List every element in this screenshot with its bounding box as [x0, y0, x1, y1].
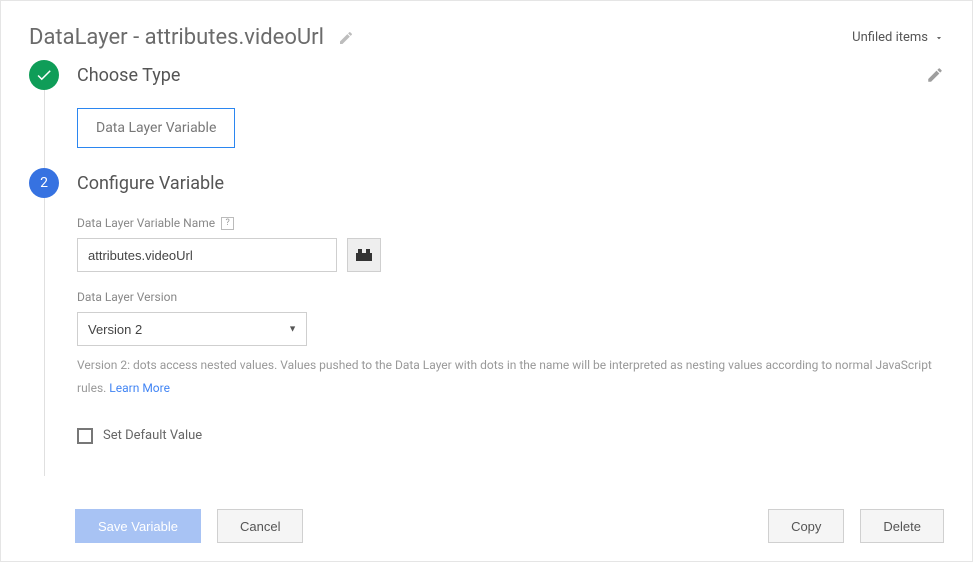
save-button[interactable]: Save Variable	[75, 509, 201, 543]
variable-type-chip[interactable]: Data Layer Variable	[77, 108, 235, 148]
version-label: Data Layer Version	[77, 290, 177, 304]
unfiled-items-label: Unfiled items	[852, 30, 928, 45]
delete-button[interactable]: Delete	[860, 509, 944, 543]
step-1-badge	[29, 60, 59, 90]
var-name-label: Data Layer Variable Name	[77, 216, 215, 230]
unfiled-items-dropdown[interactable]: Unfiled items	[852, 30, 944, 45]
version-select[interactable]: Version 2	[77, 312, 307, 346]
version-help-text: Version 2: dots access nested values. Va…	[77, 354, 944, 400]
step-2-badge: 2	[29, 168, 59, 198]
check-icon	[35, 66, 53, 84]
cancel-button[interactable]: Cancel	[217, 509, 303, 543]
variable-picker-button[interactable]	[347, 238, 381, 272]
step-2-title: Configure Variable	[77, 173, 224, 194]
step-1-title: Choose Type	[77, 65, 180, 86]
set-default-checkbox[interactable]	[77, 428, 93, 444]
learn-more-link[interactable]: Learn More	[109, 381, 170, 395]
help-icon[interactable]: ?	[221, 217, 234, 230]
edit-title-icon[interactable]	[338, 30, 354, 46]
var-name-input[interactable]	[77, 238, 337, 272]
lego-brick-icon	[356, 249, 372, 261]
copy-button[interactable]: Copy	[768, 509, 844, 543]
edit-step-1-icon[interactable]	[926, 66, 944, 84]
chevron-down-icon	[934, 33, 944, 43]
page-title: DataLayer - attributes.videoUrl	[29, 25, 324, 50]
set-default-label: Set Default Value	[103, 428, 202, 443]
